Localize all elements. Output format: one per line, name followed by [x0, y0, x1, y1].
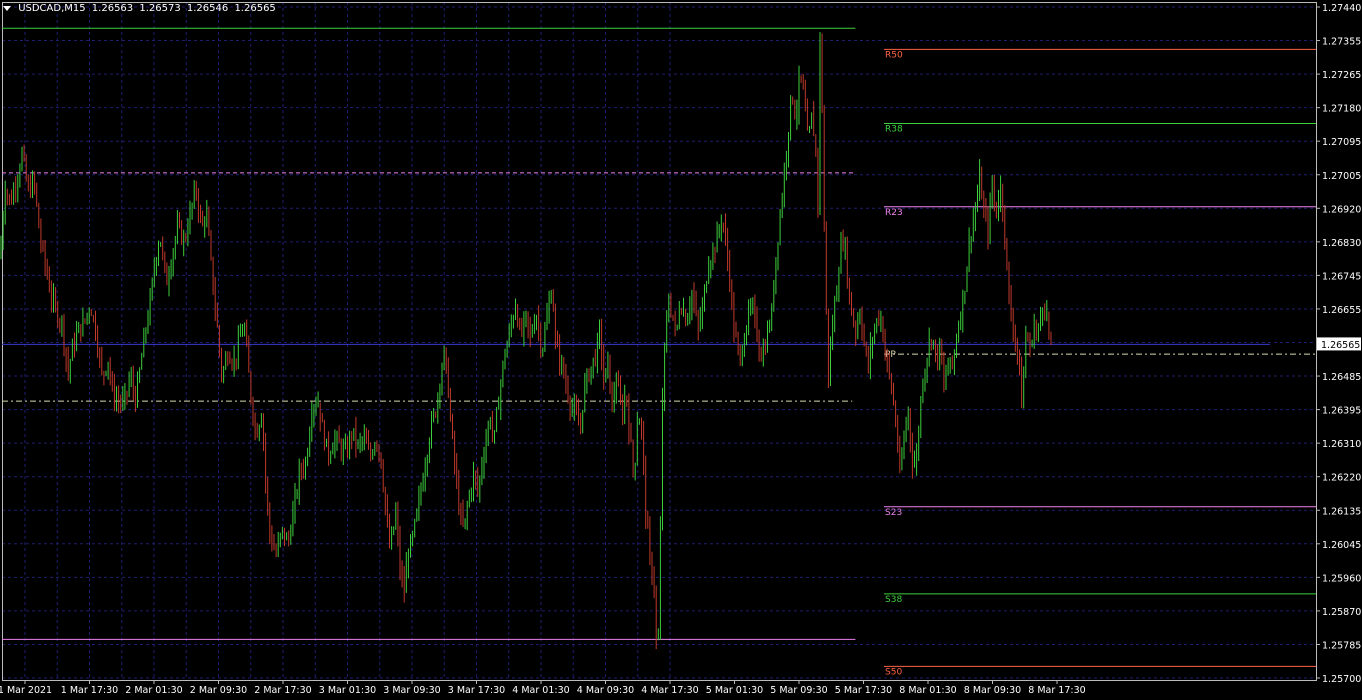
- x-tick-label: 3 Mar 01:30: [319, 685, 376, 696]
- x-tick-label: 1 Mar 2021: [0, 685, 52, 696]
- x-tick-label: 5 Mar 17:30: [835, 685, 892, 696]
- pivot-label-r50: R50: [885, 50, 903, 60]
- y-tick-label: 1.27265: [1322, 70, 1361, 81]
- price-chart[interactable]: R50R38R23PPS23S38S501.274401.273551.2726…: [0, 0, 1362, 700]
- chart-title: USDCAD,M15 1.26563 1.26573 1.26546 1.265…: [3, 3, 279, 14]
- y-tick-label: 1.26920: [1322, 204, 1361, 215]
- y-tick-label: 1.27440: [1322, 3, 1361, 14]
- y-tick-label: 1.27095: [1322, 137, 1361, 148]
- open-value: 1.26563: [91, 3, 134, 14]
- x-tick-label: 4 Mar 17:30: [641, 685, 698, 696]
- x-tick-label: 8 Mar 17:30: [1028, 685, 1085, 696]
- y-tick-label: 1.26045: [1322, 540, 1361, 551]
- symbol-label: USDCAD,M15: [18, 3, 86, 14]
- y-tick-label: 1.26135: [1322, 506, 1361, 517]
- x-tick-label: 3 Mar 17:30: [448, 685, 505, 696]
- y-tick-label: 1.27005: [1322, 171, 1361, 182]
- x-tick-label: 8 Mar 01:30: [899, 685, 956, 696]
- current-price-label: 1.26565: [1321, 340, 1360, 351]
- x-tick-label: 3 Mar 09:30: [383, 685, 440, 696]
- x-tick-label: 2 Mar 17:30: [254, 685, 311, 696]
- low-value: 1.26546: [186, 3, 229, 14]
- x-tick-label: 4 Mar 09:30: [577, 685, 634, 696]
- high-value: 1.26573: [139, 3, 181, 14]
- y-tick-label: 1.25785: [1322, 640, 1361, 651]
- y-tick-label: 1.26395: [1322, 406, 1361, 417]
- x-tick-label: 8 Mar 09:30: [964, 685, 1021, 696]
- y-tick-label: 1.26310: [1322, 439, 1361, 450]
- y-tick-label: 1.26745: [1322, 271, 1361, 282]
- y-tick-label: 1.25870: [1322, 607, 1361, 618]
- x-tick-label: 2 Mar 01:30: [125, 685, 182, 696]
- pivot-label-r38: R38: [885, 124, 903, 134]
- y-tick-label: 1.25960: [1322, 573, 1361, 584]
- chart-background: [0, 0, 1362, 700]
- y-tick-label: 1.26220: [1322, 473, 1361, 484]
- y-tick-label: 1.26655: [1322, 305, 1361, 316]
- close-value: 1.26565: [234, 3, 276, 14]
- y-tick-label: 1.27180: [1322, 104, 1361, 115]
- y-tick-label: 1.25700: [1322, 674, 1361, 685]
- y-tick-label: 1.27355: [1322, 37, 1361, 48]
- pivot-label-s23: S23: [885, 508, 902, 518]
- y-tick-label: 1.26830: [1322, 238, 1361, 249]
- y-tick-label: 1.26485: [1322, 372, 1361, 383]
- pivot-label-s50: S50: [885, 667, 902, 677]
- x-tick-label: 2 Mar 09:30: [190, 685, 247, 696]
- pivot-label-r23: R23: [885, 208, 903, 218]
- x-tick-label: 1 Mar 17:30: [61, 685, 118, 696]
- pivot-label-s38: S38: [885, 595, 902, 605]
- x-tick-label: 4 Mar 01:30: [512, 685, 569, 696]
- x-tick-label: 5 Mar 09:30: [770, 685, 827, 696]
- x-tick-label: 5 Mar 01:30: [706, 685, 763, 696]
- chevron-down-icon[interactable]: [3, 5, 11, 11]
